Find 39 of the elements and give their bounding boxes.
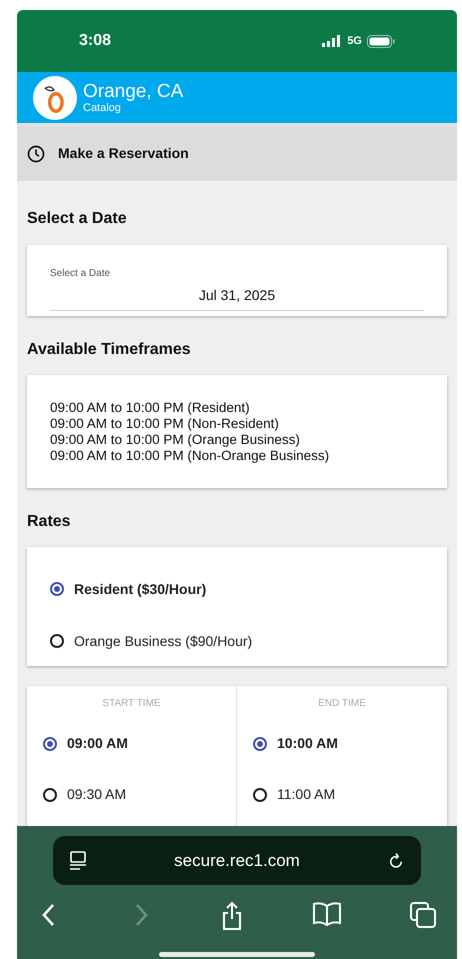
book-icon[interactable] bbox=[312, 901, 342, 927]
section-heading: Available Timeframes bbox=[27, 340, 192, 360]
header-subtitle: Catalog bbox=[83, 103, 122, 114]
clock-icon bbox=[27, 144, 45, 162]
section-title: Make a Reservation bbox=[58, 144, 189, 163]
tabs-icon[interactable] bbox=[409, 901, 437, 929]
radio-button[interactable] bbox=[43, 736, 57, 750]
share-icon[interactable] bbox=[220, 901, 244, 931]
network-label: 5G bbox=[347, 34, 362, 49]
timeframe-text: 09:00 AM to 10:00 PM (Non-Resident) bbox=[50, 416, 280, 432]
address-bar[interactable]: secure.rec1.com bbox=[53, 836, 421, 885]
date-field[interactable]: Select a Date Jul 31, 2025 bbox=[50, 266, 424, 311]
section-heading: Rates bbox=[27, 512, 72, 532]
url-text: secure.rec1.com bbox=[174, 850, 300, 872]
radio-button[interactable] bbox=[50, 634, 64, 648]
signal-icon bbox=[322, 35, 342, 47]
section-heading: Select a Date bbox=[27, 209, 128, 229]
option-label: 11:00 AM bbox=[277, 785, 336, 804]
timeframe-text: 09:00 AM to 10:00 PM (Non-Orange Business) bbox=[50, 448, 330, 464]
timeframe-text: 09:00 AM to 10:00 PM (Orange Business) bbox=[50, 432, 301, 448]
radio-button[interactable] bbox=[43, 788, 57, 802]
radio-button[interactable] bbox=[50, 582, 64, 596]
logo-icon bbox=[33, 76, 77, 120]
date-value: Jul 31, 2025 bbox=[198, 286, 276, 305]
status-time: 3:08 bbox=[79, 31, 112, 51]
option-label: Resident ($30/Hour) bbox=[74, 580, 206, 599]
option-label: 09:00 AM bbox=[67, 734, 128, 753]
radio-button[interactable] bbox=[253, 788, 267, 802]
option-label: 10:00 AM bbox=[277, 734, 338, 753]
battery-icon bbox=[367, 34, 395, 48]
page-menu-icon[interactable] bbox=[69, 850, 87, 870]
field-label: Select a Date bbox=[50, 267, 112, 281]
header-title: Orange, CA bbox=[83, 81, 184, 103]
column-heading: START TIME bbox=[102, 697, 161, 711]
option-label: Orange Business ($90/Hour) bbox=[74, 632, 252, 651]
option-label: 09:30 AM bbox=[67, 785, 126, 804]
timeframe-text: 09:00 AM to 10:00 PM (Resident) bbox=[50, 400, 251, 416]
column-heading: END TIME bbox=[318, 697, 366, 711]
radio-button[interactable] bbox=[253, 736, 267, 750]
